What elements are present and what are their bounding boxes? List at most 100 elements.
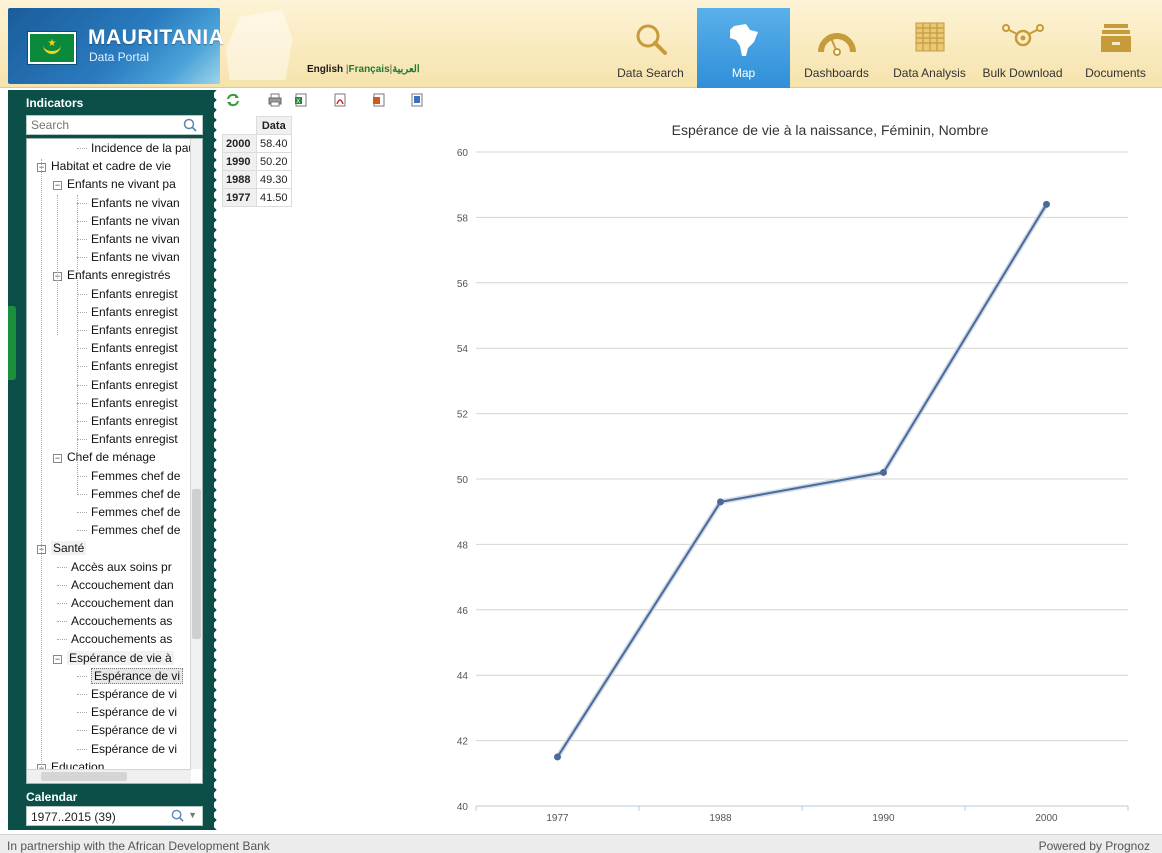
y-tick-label: 58: [457, 213, 469, 224]
tree-node[interactable]: Enfants enregist: [91, 321, 178, 339]
tree-node[interactable]: Enfants ne vivan: [91, 194, 180, 212]
refresh-icon[interactable]: [226, 93, 240, 107]
logo[interactable]: ★ MAURITANIA Data Portal: [8, 8, 224, 84]
tree-node-label: Espérance de vi: [91, 667, 184, 684]
nav-label: Bulk Download: [982, 66, 1063, 80]
indicator-search-input[interactable]: [27, 116, 177, 134]
tree-node[interactable]: Enfants enregist: [91, 412, 178, 430]
tree-node[interactable]: Incidence de la pau: [91, 139, 191, 157]
tree-node[interactable]: Enfants enregist: [91, 394, 178, 412]
tree-vertical-scrollbar[interactable]: [190, 139, 202, 769]
tree-node[interactable]: Enfants enregist: [91, 430, 178, 448]
tree-node[interactable]: Enfants enregist: [91, 357, 178, 375]
tree-node[interactable]: − Enfants ne vivant pa: [53, 175, 176, 193]
tree-node[interactable]: Accouchements as: [71, 612, 172, 630]
search-icon[interactable]: [171, 809, 184, 822]
tree-node-label: Femmes chef de: [91, 505, 181, 519]
tree-horizontal-scrollbar[interactable]: [27, 769, 191, 783]
tree-node[interactable]: Femmes chef de: [91, 503, 180, 521]
nav-bulk-download[interactable]: Bulk Download: [976, 8, 1069, 88]
tree-node[interactable]: − Espérance de vie à: [53, 649, 174, 667]
table-corner: [222, 116, 257, 135]
tree-node[interactable]: − Habitat et cadre de vie: [37, 157, 171, 175]
tree-node[interactable]: Espérance de vi: [91, 721, 177, 739]
tree-node[interactable]: Enfants ne vivan: [91, 248, 180, 266]
table-cell[interactable]: 58.40: [256, 134, 292, 153]
tree-node[interactable]: − Chef de ménage: [53, 448, 156, 466]
network-nodes-icon: [1001, 24, 1044, 47]
table-row-header: 1977: [222, 188, 257, 207]
word-export-icon[interactable]: [410, 93, 424, 107]
tree-node[interactable]: Enfants ne vivan: [91, 212, 180, 230]
tree-node[interactable]: Enfants enregist: [91, 339, 178, 357]
tree-node[interactable]: − Education: [37, 758, 104, 769]
tree-collapse-icon[interactable]: −: [53, 181, 62, 191]
nav-map[interactable]: Map: [697, 8, 790, 88]
tree-node[interactable]: − Enfants enregistrés: [53, 266, 170, 284]
tree-connector: [41, 159, 42, 769]
tree-node[interactable]: Espérance de vi: [91, 740, 177, 758]
tree-node[interactable]: Enfants enregist: [91, 285, 178, 303]
calendar-select[interactable]: 1977..2015 (39) ▼: [26, 806, 203, 826]
lang-english[interactable]: English: [307, 64, 343, 75]
header: ★ MAURITANIA Data Portal English |França…: [0, 0, 1162, 88]
portal-subtitle: Data Portal: [89, 50, 150, 64]
series-line-shadow: [555, 203, 1049, 759]
tree-collapse-icon[interactable]: −: [53, 654, 62, 664]
tree-node[interactable]: Femmes chef de: [91, 521, 180, 539]
tree-node[interactable]: Espérance de vi: [91, 667, 184, 685]
tree-node[interactable]: Enfants enregist: [91, 303, 178, 321]
table-cell[interactable]: 41.50: [256, 188, 292, 207]
tree-connector: [57, 621, 67, 623]
tree-node-label: Enfants ne vivan: [91, 195, 180, 210]
sidebar-toggle-handle[interactable]: [8, 306, 16, 380]
tree-node-label: Espérance de vie à: [67, 650, 174, 665]
table-grid-icon: [915, 22, 944, 52]
tree-node-label: Accouchement dan: [71, 577, 174, 592]
tree-node[interactable]: Accouchements as: [71, 630, 172, 648]
tree-node-label: Femmes chef de: [91, 468, 181, 483]
tree-collapse-icon[interactable]: −: [53, 454, 62, 464]
tree-node-label: Femmes chef de: [91, 523, 181, 538]
tree-node[interactable]: − Santé: [37, 539, 87, 557]
tree-node[interactable]: Accouchement dan: [71, 594, 174, 612]
tree-node[interactable]: Espérance de vi: [91, 703, 177, 721]
line-chart: Espérance de vie à la naissance, Féminin…: [440, 118, 1150, 830]
tree-node-label: Enfants ne vivan: [91, 250, 180, 265]
tree-node-label: Enfants enregist: [91, 395, 178, 410]
nav-data-search[interactable]: Data Search: [604, 8, 697, 88]
excel-export-icon[interactable]: X: [294, 93, 308, 107]
y-tick-label: 60: [457, 148, 469, 159]
nav-documents[interactable]: Documents: [1069, 8, 1162, 88]
tree-node[interactable]: Espérance de vi: [91, 685, 177, 703]
pdf-export-icon[interactable]: [333, 93, 347, 107]
table-cell[interactable]: 49.30: [256, 170, 292, 189]
print-icon[interactable]: [268, 93, 282, 107]
indicator-tree-panel: Incidence de la pau − Habitat et cadre de …: [26, 138, 203, 784]
powerpoint-export-icon[interactable]: [372, 93, 386, 107]
tree-connector: [57, 584, 67, 586]
tree-node[interactable]: Femmes chef de: [91, 467, 180, 485]
tree-connector: [77, 694, 87, 695]
tree-node[interactable]: Enfants enregist: [91, 376, 178, 394]
tree-node-label: Espérance de vi: [91, 741, 178, 756]
table-cell[interactable]: 50.20: [256, 152, 292, 171]
tree-node-label: Enfants enregist: [91, 341, 178, 356]
tree-node[interactable]: Accès aux soins pr: [71, 558, 172, 576]
lang-arabic[interactable]: العربية: [392, 64, 419, 75]
svg-text:X: X: [296, 99, 300, 105]
nav-dashboards[interactable]: Dashboards: [790, 8, 883, 88]
tree-connector: [77, 439, 87, 441]
nav-data-analysis[interactable]: Data Analysis: [883, 8, 976, 88]
y-tick-label: 52: [457, 410, 469, 421]
search-icon[interactable]: [183, 118, 197, 132]
tree-connector: [77, 202, 87, 204]
y-tick-label: 42: [457, 737, 469, 748]
table-column-header[interactable]: Data: [256, 116, 292, 135]
lang-french[interactable]: Français: [349, 64, 390, 75]
tree-node[interactable]: Accouchement dan: [71, 576, 174, 594]
x-tick-label: 1990: [872, 813, 895, 824]
tree-node[interactable]: Enfants ne vivan: [91, 230, 180, 248]
chevron-down-icon[interactable]: ▼: [188, 810, 197, 820]
tree-node[interactable]: Femmes chef de: [91, 485, 180, 503]
